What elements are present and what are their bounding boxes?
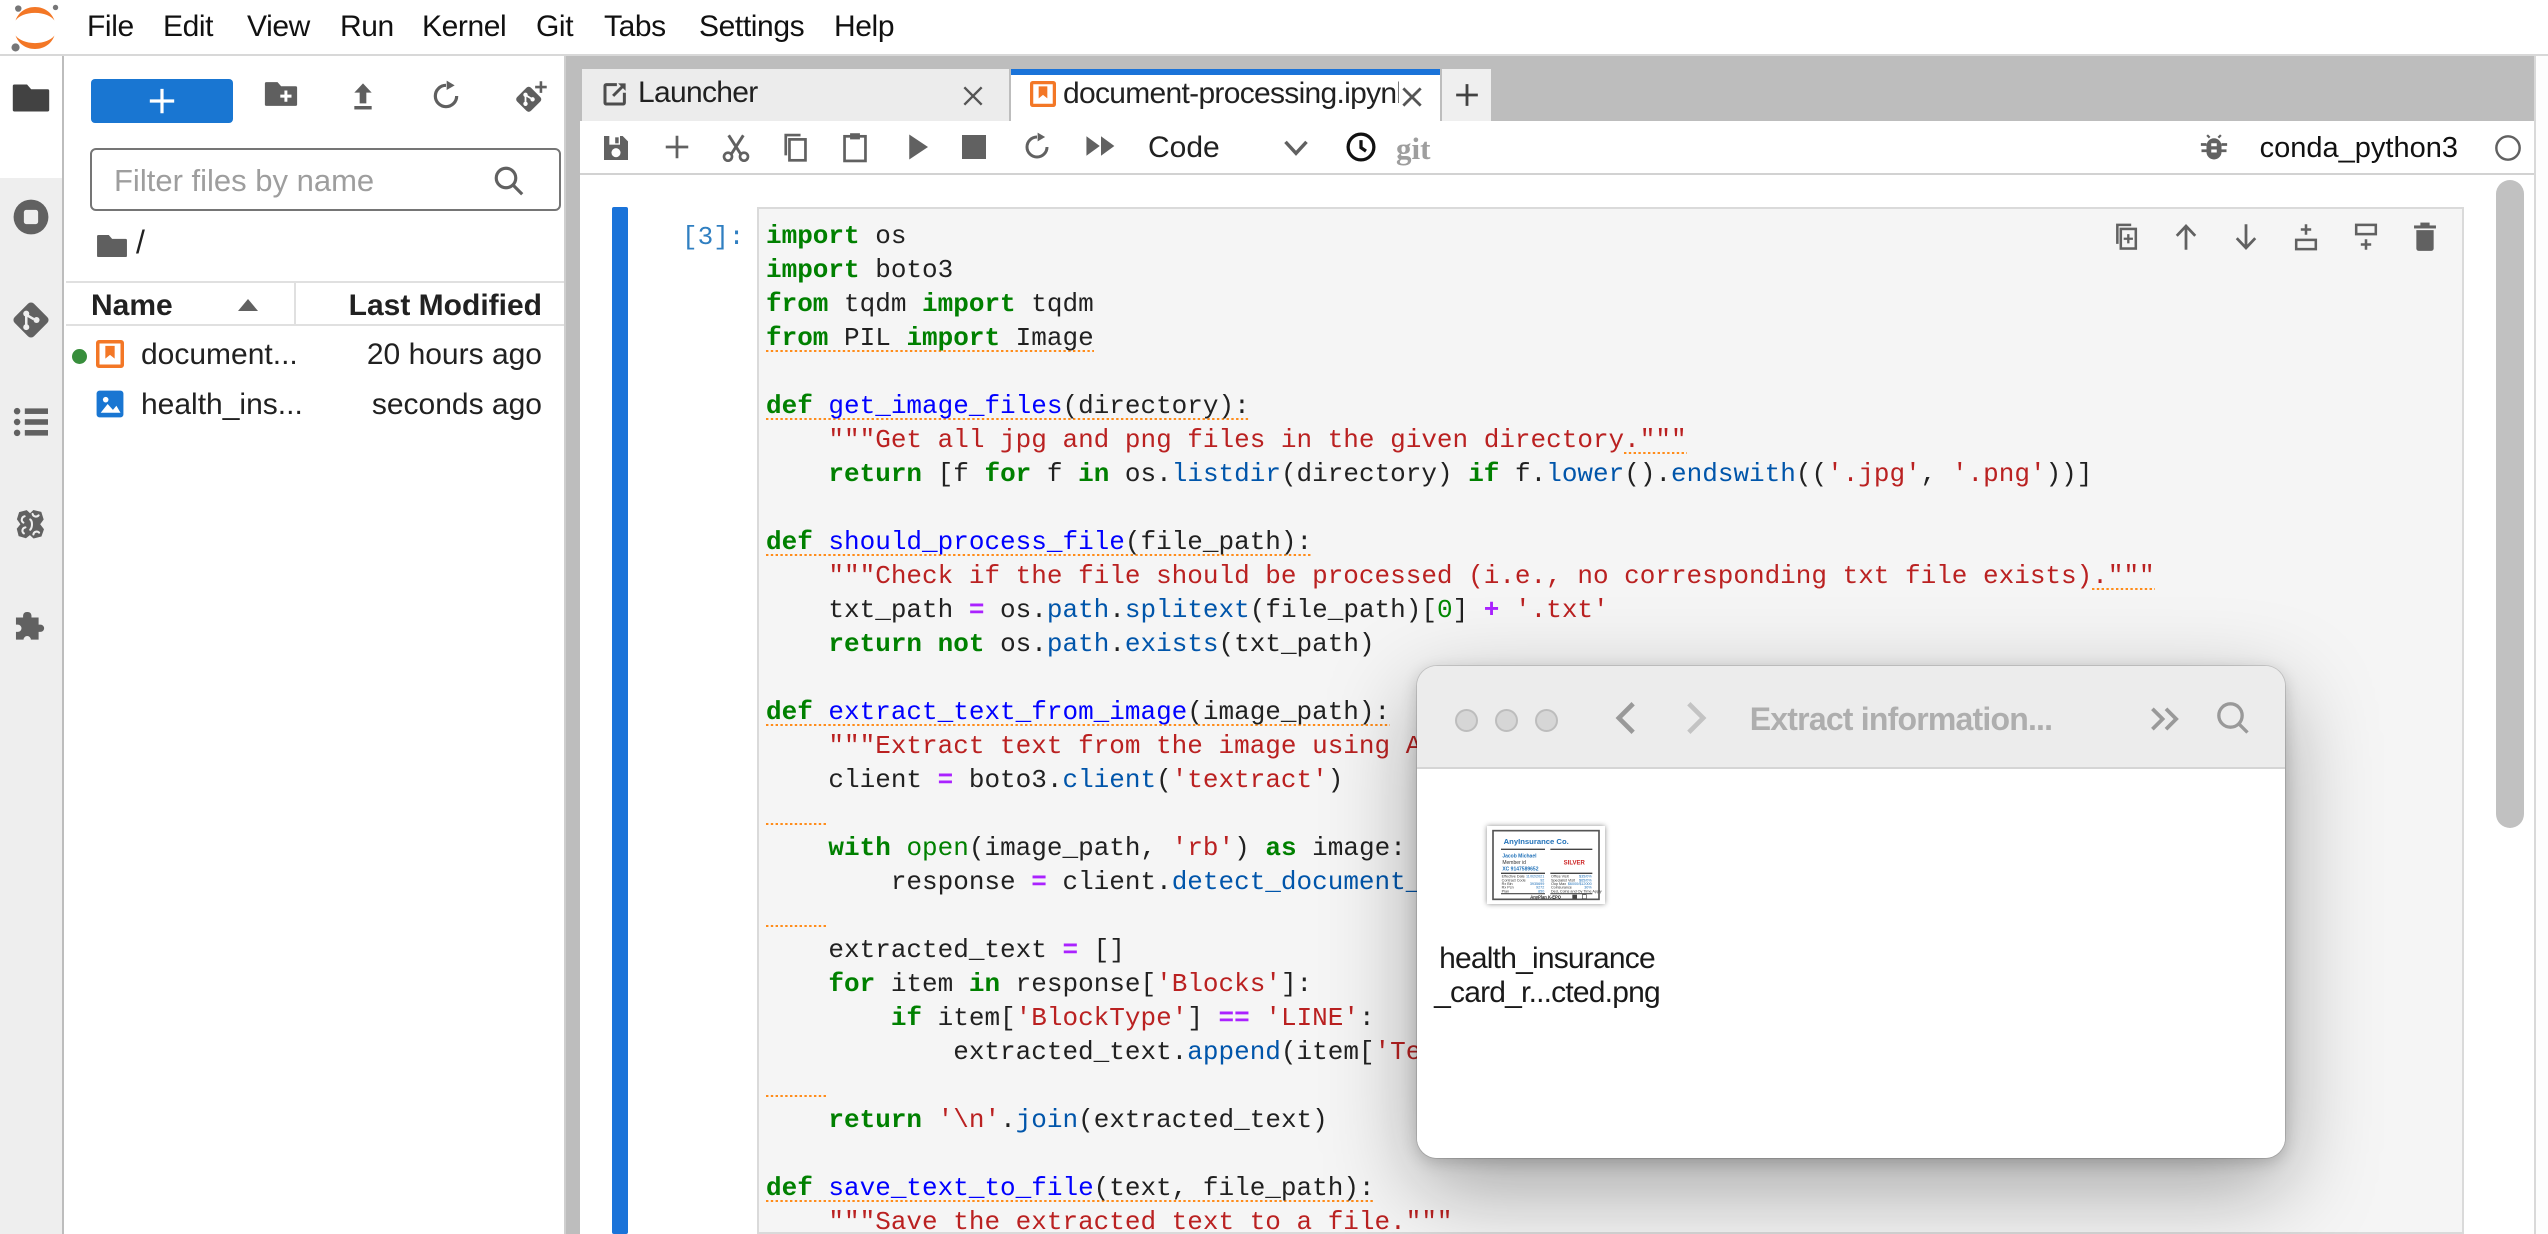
svg-text:30%: 30% [1584,886,1592,890]
svg-text:XC 9147589652: XC 9147589652 [1502,867,1538,873]
svg-text:Jacob Michael: Jacob Michael [1502,853,1537,859]
svg-text:SILVER: SILVER [1564,861,1586,867]
svg-text:Ded, Coins and Oy Time Apply: Ded, Coins and Oy Time Apply [1551,889,1602,893]
svg-text:AnyInsurance Co.: AnyInsurance Co. [1504,837,1569,846]
svg-text:Plan: Plan [1502,889,1509,893]
svg-text:Member id: Member id [1502,860,1526,866]
svg-text:AnyPlan K-EPO: AnyPlan K-EPO [1530,894,1562,899]
svg-text:850: 850 [1538,889,1544,893]
